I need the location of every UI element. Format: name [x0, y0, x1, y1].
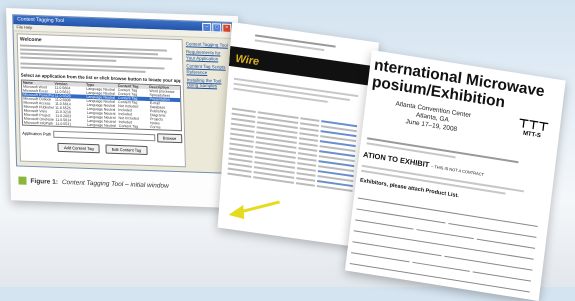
form-field[interactable] — [477, 235, 536, 249]
text-line — [299, 132, 319, 137]
form-field[interactable] — [408, 291, 467, 301]
sidebar-link[interactable]: Content Tagging Tool — [186, 41, 230, 48]
yellow-arrow-icon — [228, 200, 281, 220]
path-label: Application Path — [22, 130, 52, 137]
sidebar-link[interactable]: Installing the Tool Using Samples — [187, 77, 231, 89]
form-field[interactable] — [416, 226, 475, 240]
figure-marker-icon — [18, 176, 27, 185]
form-field[interactable] — [351, 249, 410, 263]
application-list[interactable]: Name Version Type Content Tag Description Mi… — [20, 79, 183, 132]
close-icon[interactable]: × — [222, 23, 232, 33]
list-cell: Microsoft InfoPath — [23, 120, 53, 126]
text-line — [298, 152, 318, 157]
venue-info: Atlanta Convention Center Atlanta, GA Ju… — [393, 100, 471, 136]
document-page-exhibition: nternational Microwave posium/Exhibition… — [344, 50, 566, 301]
form-field[interactable] — [347, 281, 406, 296]
sidebar-links: Content Tagging Tool Requirements for Yo… — [186, 41, 231, 92]
list-cell: Language Neutral — [87, 122, 116, 128]
list-cell: Content Tag — [118, 123, 139, 129]
add-content-tag-button[interactable]: Add Content Tag — [57, 142, 100, 154]
text-line — [296, 177, 316, 182]
mtts-logo: ⊤⊤⊤ MTT-S — [517, 116, 549, 141]
text-line — [299, 127, 319, 132]
text-line — [298, 147, 318, 152]
window-content: Welcome Select an application from the l… — [16, 33, 186, 168]
text-line — [296, 172, 316, 177]
form-field[interactable] — [355, 216, 414, 230]
browse-button[interactable]: Browse — [156, 133, 183, 144]
text-line — [300, 122, 320, 127]
window-controls: – □ × — [202, 22, 232, 33]
path-row: Application Path Browse — [22, 129, 183, 144]
list-cell: 11.0.5531 — [55, 121, 72, 127]
tool-window: Content Tagging Tool – □ × File Help Wel… — [12, 14, 239, 175]
list-cell: Forms — [150, 125, 161, 130]
text-line — [299, 137, 319, 142]
text-line — [297, 157, 317, 162]
form-field[interactable] — [412, 258, 471, 272]
document-page-tool-screenshot: Content Tagging Tool – □ × File Help Wel… — [6, 8, 243, 209]
text-line — [227, 172, 252, 178]
application-form — [347, 188, 539, 301]
action-buttons: Add Content Tag Edit Content Tag — [22, 142, 182, 157]
text-line — [300, 117, 320, 122]
figure-label: Figure 1: — [30, 177, 59, 186]
text-line — [297, 167, 317, 172]
sidebar-link[interactable]: Content Tag Scripts Reference — [186, 64, 230, 76]
text-line — [296, 182, 316, 187]
form-field[interactable] — [472, 268, 532, 282]
path-input[interactable] — [53, 130, 155, 142]
text-line — [298, 142, 318, 147]
sidebar-link[interactable]: Requirements for Your Application — [186, 50, 230, 62]
maximize-icon[interactable]: □ — [212, 23, 222, 33]
minimize-icon[interactable]: – — [202, 22, 212, 33]
edit-content-tag-button[interactable]: Edit Content Tag — [105, 144, 148, 155]
text-line — [297, 162, 317, 167]
figure-caption-text: Content Tagging Tool – initial window — [61, 178, 169, 190]
event-table — [227, 105, 367, 194]
figure-caption: Figure 1: Content Tagging Tool – initial… — [18, 176, 169, 190]
